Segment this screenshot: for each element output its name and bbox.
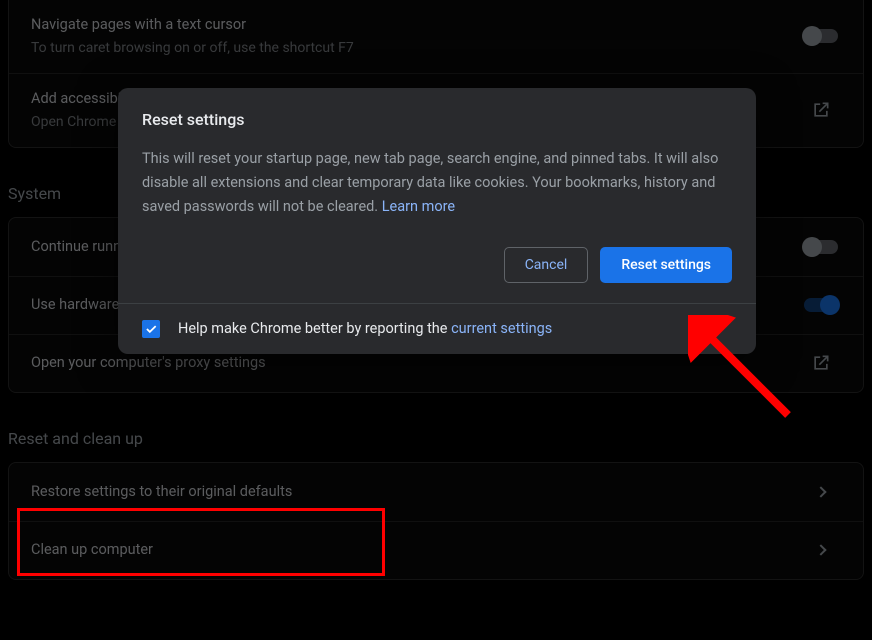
cancel-button[interactable]: Cancel	[504, 247, 589, 283]
reset-settings-button[interactable]: Reset settings	[600, 247, 732, 283]
reset-settings-dialog: Reset settings This will reset your star…	[118, 88, 756, 354]
learn-more-link[interactable]: Learn more	[382, 198, 455, 215]
report-checkbox[interactable]	[142, 320, 160, 338]
current-settings-link[interactable]: current settings	[451, 320, 552, 337]
dialog-title: Reset settings	[142, 110, 732, 129]
dialog-body-text: This will reset your startup page, new t…	[142, 147, 732, 219]
dialog-footer-text: Help make Chrome better by reporting the…	[178, 320, 552, 337]
check-icon	[144, 322, 158, 336]
footer-prefix: Help make Chrome better by reporting the	[178, 320, 451, 337]
